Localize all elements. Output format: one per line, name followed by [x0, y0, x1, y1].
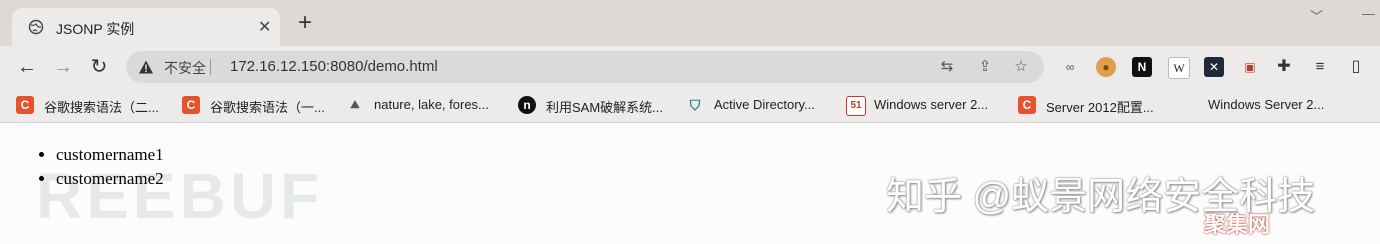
bookmark-label: 谷歌搜索语法（一...: [210, 100, 325, 115]
reading-list-icon[interactable]: ≡: [1310, 57, 1330, 77]
bookmark-label: Active Directory...: [714, 97, 815, 112]
insecure-label[interactable]: 不安全: [164, 58, 206, 78]
bookmark-label: Windows server 2...: [874, 97, 989, 112]
shield-icon: ⛉: [689, 97, 701, 113]
bookmark-item[interactable]: C 谷歌搜索语法（一...: [182, 94, 342, 116]
globe-icon: [28, 19, 44, 35]
tab-search-icon[interactable]: ﹀: [1310, 6, 1323, 25]
side-panel-icon[interactable]: ▯: [1346, 57, 1366, 77]
cookie-extension-icon[interactable]: ●: [1096, 57, 1116, 77]
address-bar[interactable]: 不安全 172.16.12.150:8080/demo.html ⇆ ⇪ ☆: [126, 51, 1044, 83]
bookmark-label: 利用SAM破解系统...: [546, 100, 664, 115]
minimize-icon[interactable]: —: [1362, 6, 1375, 21]
toolbar: ← → ↻ 不安全 172.16.12.150:8080/demo.html ⇆…: [0, 46, 1380, 88]
extensions-puzzle-icon[interactable]: ✚: [1274, 57, 1294, 77]
page-content: REEBUF customername1 customername2 知乎 @蚁…: [0, 123, 1380, 244]
tab-title: JSONP 实例: [56, 21, 135, 37]
bookmark-item[interactable]: Windows Server 2...: [1180, 94, 1370, 116]
notion-icon: n: [518, 96, 536, 114]
customer-list: customername1 customername2: [36, 143, 164, 191]
image-icon: ⛰: [350, 99, 360, 111]
wikipedia-extension-icon[interactable]: W: [1168, 57, 1190, 79]
csdn-icon: C: [1018, 96, 1036, 114]
share-icon[interactable]: ⇪: [976, 58, 994, 76]
extension-link-icon[interactable]: ∞: [1060, 57, 1080, 77]
reload-icon[interactable]: ↻: [88, 56, 110, 78]
jjw-watermark: 聚集网: [1204, 212, 1271, 237]
bookmark-item[interactable]: ⛰ nature, lake, fores...: [346, 94, 506, 116]
bookmark-label: Server 2012配置...: [1046, 100, 1154, 115]
tab-strip: JSONP 实例 ✕ + ﹀ —: [0, 0, 1380, 46]
csdn-icon: C: [16, 96, 34, 114]
bookmark-item[interactable]: 51 Windows server 2...: [846, 94, 1006, 116]
separator: [210, 59, 211, 75]
new-tab-button[interactable]: +: [298, 11, 312, 35]
forward-icon[interactable]: →: [52, 56, 74, 78]
bookmark-item[interactable]: C 谷歌搜索语法（二...: [16, 94, 176, 116]
list-item: customername2: [56, 167, 164, 191]
bookmark-item[interactable]: n 利用SAM破解系统...: [518, 94, 678, 116]
bookmark-label: nature, lake, fores...: [374, 97, 489, 112]
bookmark-star-icon[interactable]: ☆: [1012, 58, 1030, 76]
translate-icon[interactable]: ⇆: [938, 58, 956, 76]
bookmark-item[interactable]: ⛉ Active Directory...: [686, 94, 836, 116]
blank-page-icon: [1180, 96, 1198, 114]
close-tab-icon[interactable]: ✕: [258, 17, 271, 37]
url-text[interactable]: 172.16.12.150:8080/demo.html: [230, 58, 438, 75]
bookmark-item[interactable]: C Server 2012配置...: [1018, 94, 1178, 116]
csdn-icon: C: [182, 96, 200, 114]
x-extension-icon[interactable]: ✕: [1204, 57, 1224, 77]
bookmark-label: 谷歌搜索语法（二...: [44, 100, 159, 115]
bookmarks-bar: C 谷歌搜索语法（二... C 谷歌搜索语法（一... ⛰ nature, la…: [0, 88, 1380, 123]
51cto-icon: 51: [846, 96, 866, 116]
back-icon[interactable]: ←: [16, 56, 38, 78]
warning-icon: [139, 60, 153, 74]
notion-extension-icon[interactable]: N: [1132, 57, 1152, 77]
active-tab[interactable]: JSONP 实例 ✕: [12, 8, 280, 46]
screenshot-extension-icon[interactable]: ▣: [1240, 57, 1260, 77]
list-item: customername1: [56, 143, 164, 167]
bookmark-label: Windows Server 2...: [1208, 97, 1325, 112]
